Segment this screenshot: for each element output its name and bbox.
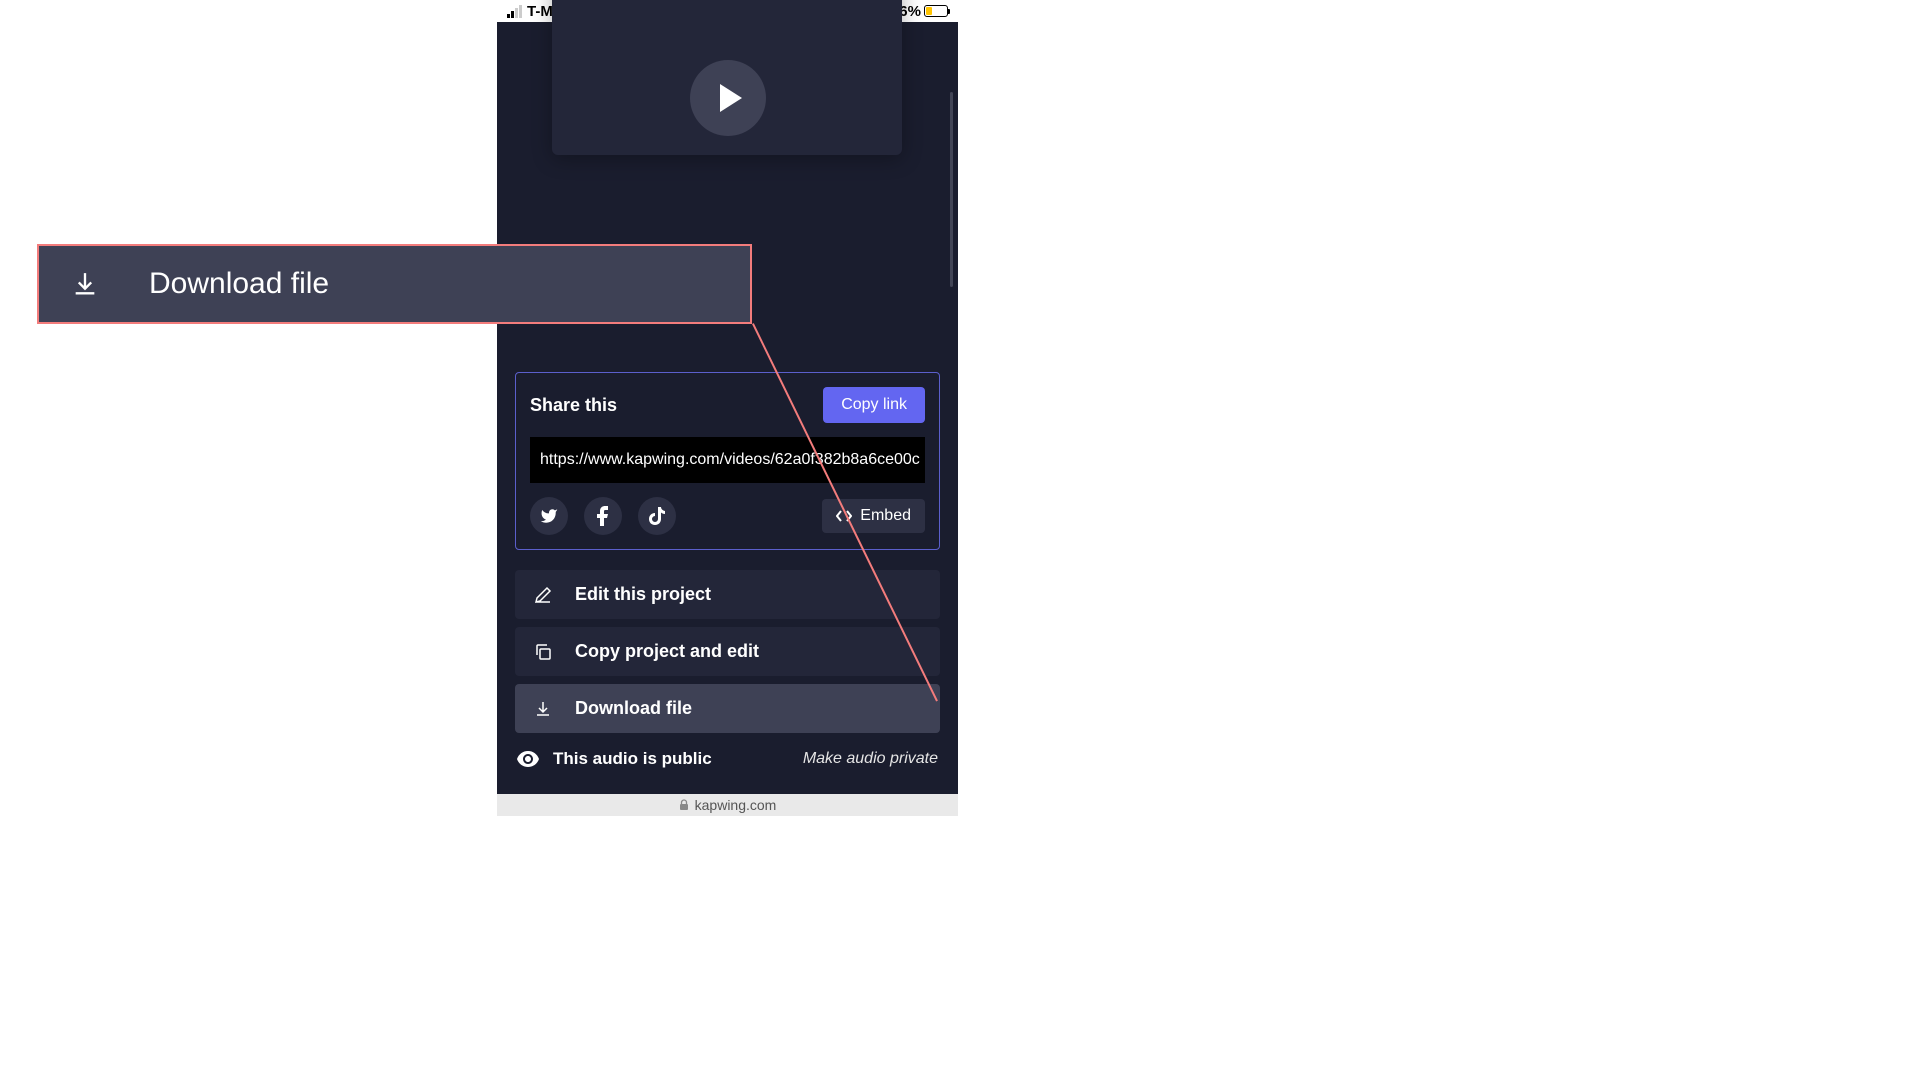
copy-icon [534, 643, 552, 661]
share-url-field[interactable]: https://www.kapwing.com/videos/62a0f382b… [530, 437, 925, 483]
pencil-icon [534, 586, 552, 604]
tiktok-share-button[interactable] [638, 497, 676, 535]
play-button[interactable] [690, 60, 766, 136]
play-icon [720, 84, 742, 112]
download-icon [534, 700, 552, 718]
lock-icon [679, 799, 689, 811]
download-file-button[interactable]: Download file [515, 684, 940, 733]
privacy-row: This audio is public Make audio private [497, 741, 958, 777]
tiktok-icon [649, 507, 665, 525]
embed-button[interactable]: Embed [822, 499, 925, 533]
copy-link-button[interactable]: Copy link [823, 387, 925, 423]
facebook-icon [597, 506, 609, 526]
download-icon [71, 270, 99, 298]
annotation-callout: Download file [37, 244, 752, 324]
phone-screenshot: T-Mobile Wi-Fi 12:22 26% [497, 0, 958, 816]
action-list: Edit this project Copy project and edit … [497, 570, 958, 733]
battery-icon [924, 5, 948, 17]
privacy-status: This audio is public [553, 749, 712, 769]
callout-text: Download file [149, 267, 329, 301]
make-private-link[interactable]: Make audio private [803, 750, 938, 768]
eye-icon [517, 751, 539, 767]
signal-icon [507, 5, 522, 18]
copy-project-button[interactable]: Copy project and edit [515, 627, 940, 676]
scroll-indicator[interactable] [950, 92, 953, 287]
share-panel: Share this Copy link https://www.kapwing… [515, 372, 940, 550]
browser-url-bar[interactable]: kapwing.com [497, 794, 958, 816]
share-title: Share this [530, 395, 617, 416]
twitter-icon [540, 507, 558, 525]
facebook-share-button[interactable] [584, 497, 622, 535]
twitter-share-button[interactable] [530, 497, 568, 535]
browser-domain: kapwing.com [695, 797, 777, 813]
